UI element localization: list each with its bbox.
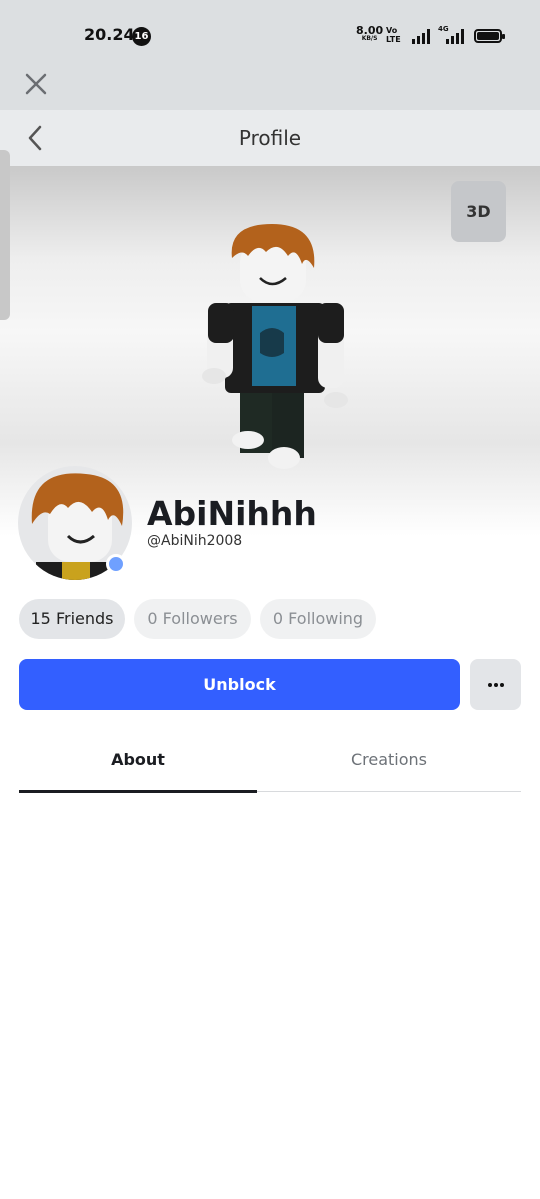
toggle-3d-button[interactable]: 3D [451, 181, 506, 242]
ellipsis-icon-dot [494, 683, 498, 687]
volte-indicator: Vo LTE [386, 26, 401, 44]
ellipsis-icon-dot [500, 683, 504, 687]
display-name: AbiNihhh [147, 494, 317, 533]
page-header: Profile [0, 110, 540, 166]
close-bar [0, 66, 540, 110]
unblock-button[interactable]: Unblock [19, 659, 460, 710]
active-tab-indicator [19, 790, 257, 793]
tab-creations[interactable]: Creations [270, 745, 508, 793]
page-title: Profile [238, 126, 302, 150]
username: @AbiNih2008 [147, 533, 243, 549]
signal-strength-4g-icon [446, 29, 464, 44]
status-bar: 20.24 16 8.00 KB/S Vo LTE 4G [0, 0, 540, 66]
volte-bottom-label: LTE [386, 35, 401, 44]
ellipsis-icon [488, 683, 492, 687]
notification-count-badge: 16 [132, 27, 151, 46]
online-status-dot [106, 554, 126, 574]
tab-about[interactable]: About [19, 745, 257, 793]
avatar-3d-figure [202, 224, 348, 469]
network-speed: 8.00 KB/S [356, 25, 383, 43]
battery-icon [474, 29, 505, 43]
following-pill[interactable]: 0 Following [260, 599, 376, 639]
friends-pill[interactable]: 15 Friends [19, 599, 125, 639]
signal-strength-icon [412, 29, 430, 44]
volte-top-label: Vo [386, 26, 398, 35]
followers-pill[interactable]: 0 Followers [134, 599, 251, 639]
close-icon[interactable] [22, 70, 50, 98]
side-drag-handle[interactable] [0, 150, 10, 320]
more-options-button[interactable] [470, 659, 521, 710]
status-time: 20.24 [84, 25, 135, 44]
